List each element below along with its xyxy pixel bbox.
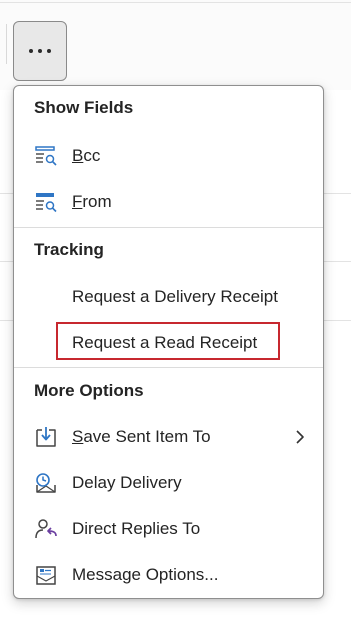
menu-item-label: Bcc [72, 146, 101, 165]
more-options-button[interactable] [13, 21, 67, 81]
menu-item-label: Request a Read Receipt [72, 333, 258, 352]
from-fields-icon [34, 190, 58, 214]
more-options-menu: Show Fields Bcc From Tracking Request a … [13, 85, 324, 599]
menu-divider [14, 367, 323, 368]
menu-item-label: Request a Delivery Receipt [72, 287, 278, 306]
menu-item-save-sent-item-to[interactable]: Save Sent Item To [15, 417, 322, 457]
bcc-fields-icon [34, 144, 58, 168]
menu-item-request-delivery-receipt[interactable]: Request a Delivery Receipt [15, 277, 322, 317]
menu-item-message-options[interactable]: Message Options... [15, 555, 322, 595]
save-sent-folder-icon [34, 425, 58, 449]
delay-clock-icon [34, 471, 58, 495]
section-header-show-fields: Show Fields [34, 98, 134, 117]
section-header-tracking: Tracking [34, 240, 104, 259]
menu-item-delay-delivery[interactable]: Delay Delivery [15, 463, 322, 503]
menu-item-request-read-receipt[interactable]: Request a Read Receipt [15, 323, 322, 363]
menu-item-label: From [72, 192, 112, 211]
ribbon-separator [6, 24, 7, 64]
ellipsis-icon [29, 49, 51, 53]
menu-item-label: Direct Replies To [72, 519, 201, 538]
menu-item-label: Message Options... [72, 565, 219, 584]
menu-item-bcc[interactable]: Bcc [15, 136, 322, 176]
message-options-icon [34, 563, 58, 587]
background-divider [0, 2, 351, 3]
chevron-right-icon [290, 427, 310, 447]
direct-replies-icon [34, 517, 58, 541]
menu-divider [14, 227, 323, 228]
menu-item-label: Delay Delivery [72, 473, 182, 492]
section-header-more-options: More Options [34, 381, 144, 400]
menu-item-label: Save Sent Item To [72, 427, 211, 446]
menu-item-from[interactable]: From [15, 182, 322, 222]
menu-item-direct-replies-to[interactable]: Direct Replies To [15, 509, 322, 549]
